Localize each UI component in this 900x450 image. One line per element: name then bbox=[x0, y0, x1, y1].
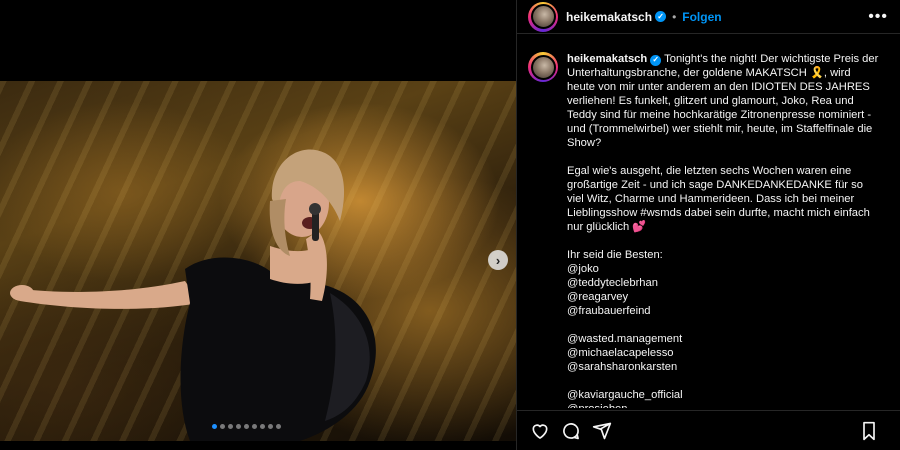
caption-area: heikemakatsch ✓ Tonight's the night! Der … bbox=[528, 52, 888, 408]
mention-link[interactable]: @michaelacapelesso bbox=[567, 346, 881, 360]
carousel-dot bbox=[228, 424, 233, 429]
verified-badge-icon: ✓ bbox=[650, 54, 662, 66]
carousel-dot bbox=[220, 424, 225, 429]
mention-link[interactable]: @kaviargauche_official bbox=[567, 388, 881, 402]
more-horizontal-icon[interactable]: ••• bbox=[868, 8, 888, 26]
chevron-right-icon: › bbox=[495, 252, 501, 268]
carousel-dot bbox=[252, 424, 257, 429]
caption-text: heikemakatsch ✓ Tonight's the night! Der … bbox=[567, 52, 881, 408]
mention-link[interactable]: @wasted.management bbox=[567, 332, 881, 346]
post-header: heikemakatsch ✓ • Folgen ••• bbox=[517, 0, 900, 34]
action-bar bbox=[517, 410, 900, 450]
carousel-indicator bbox=[212, 424, 281, 429]
bookmark-icon[interactable] bbox=[858, 420, 880, 442]
post-media: › bbox=[0, 0, 516, 450]
mention-link[interactable]: @joko bbox=[567, 262, 881, 276]
heart-icon[interactable] bbox=[529, 420, 551, 442]
mention-link[interactable]: @reagarvey bbox=[567, 290, 881, 304]
avatar[interactable] bbox=[528, 1, 558, 32]
mention-link[interactable]: @fraubauerfeind bbox=[567, 304, 881, 318]
mention-link[interactable]: @teddyteclebrhan bbox=[567, 276, 881, 290]
mention-list-2: @wasted.management @michaelacapelesso @sar… bbox=[567, 332, 881, 374]
caption-paragraph-2: Egal wie's ausgeht, die letzten sechs Wo… bbox=[567, 165, 873, 233]
caption-intro: Tonight's the night! Der wichtigste Prei… bbox=[567, 53, 882, 149]
post-side-panel: heikemakatsch ✓ • Folgen ••• heikemakats… bbox=[516, 0, 900, 450]
caption-paragraph-1: heikemakatsch ✓ Tonight's the night! Der … bbox=[567, 52, 881, 150]
caption-username[interactable]: heikemakatsch bbox=[567, 53, 647, 65]
mention-list-3: @kaviargauche_official@prosieben bbox=[567, 388, 881, 408]
follow-button[interactable]: Folgen bbox=[682, 10, 721, 24]
carousel-dot bbox=[260, 424, 265, 429]
caption-heading: Ihr seid die Besten: bbox=[567, 249, 663, 261]
mention-list-1: @joko @teddyteclebrhan @reagarvey @fraubaue… bbox=[567, 262, 881, 318]
mention-link[interactable]: @sarahsharonkarsten bbox=[567, 360, 881, 374]
carousel-dot bbox=[212, 424, 217, 429]
mention-link[interactable]: @prosieben bbox=[567, 402, 881, 408]
comment-icon[interactable] bbox=[560, 420, 582, 442]
carousel-dot bbox=[268, 424, 273, 429]
carousel-dot bbox=[244, 424, 249, 429]
caption-avatar[interactable] bbox=[528, 52, 558, 82]
performer-figure bbox=[10, 149, 376, 441]
share-icon[interactable] bbox=[591, 420, 613, 442]
verified-badge-icon: ✓ bbox=[655, 11, 667, 22]
post-photo[interactable] bbox=[0, 81, 516, 441]
carousel-dot bbox=[236, 424, 241, 429]
separator: • bbox=[672, 9, 677, 24]
carousel-next-button[interactable]: › bbox=[488, 250, 508, 270]
carousel-dot bbox=[276, 424, 281, 429]
header-username[interactable]: heikemakatsch bbox=[566, 10, 652, 24]
